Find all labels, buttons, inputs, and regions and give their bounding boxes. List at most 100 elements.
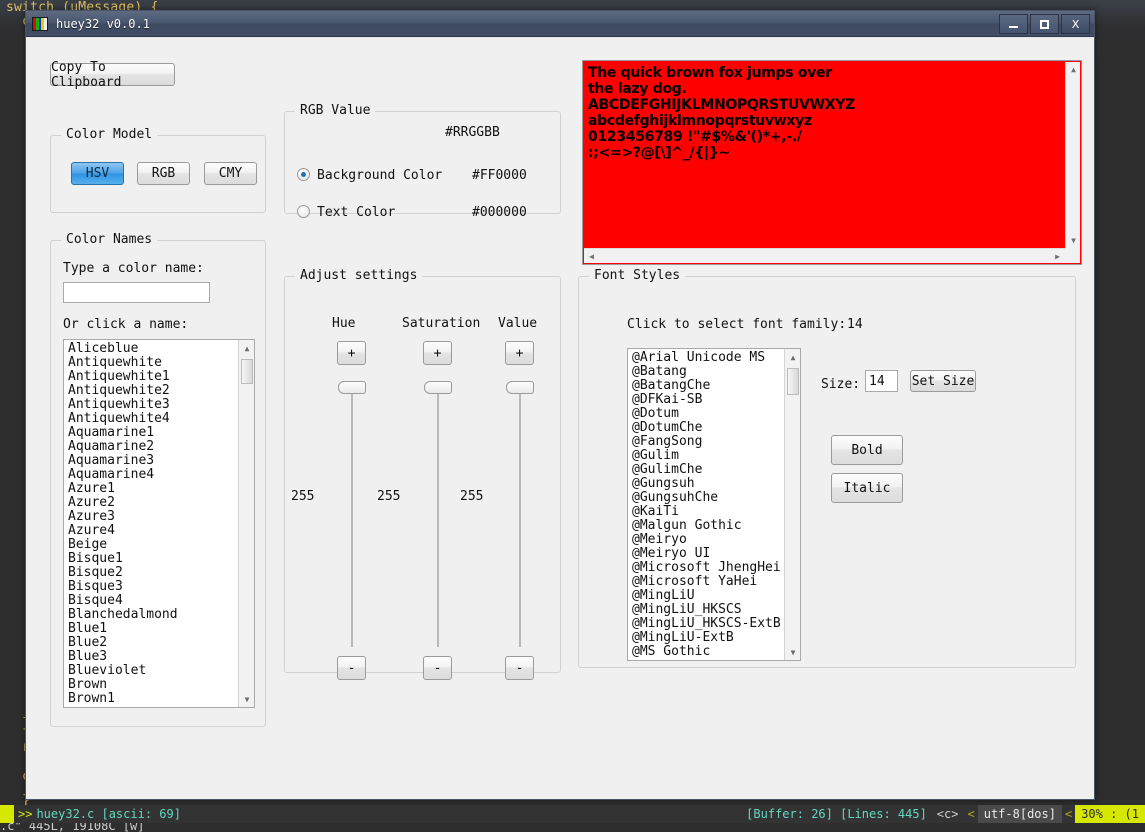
copy-to-clipboard-button[interactable]: Copy To Clipboard xyxy=(50,60,175,90)
text-color-radio[interactable] xyxy=(297,205,310,218)
scroll-down-icon[interactable]: ▼ xyxy=(785,644,800,660)
font-family-scrollbar[interactable]: ▲ ▼ xyxy=(784,349,800,660)
font-family-item[interactable]: @Arial Unicode MS xyxy=(632,351,782,365)
color-name-item[interactable]: Blue3 xyxy=(68,650,236,664)
font-family-item[interactable]: @Meiryo UI xyxy=(632,547,782,561)
bold-label: Bold xyxy=(851,442,883,458)
color-name-item[interactable]: Azure4 xyxy=(68,524,236,538)
font-family-item[interactable]: @DotumChe xyxy=(632,421,782,435)
color-name-item[interactable]: Brown1 xyxy=(68,692,236,706)
font-family-size-display: 14 xyxy=(847,317,863,332)
scroll-up-icon[interactable]: ▲ xyxy=(239,340,254,356)
scroll-down-icon[interactable]: ▼ xyxy=(239,691,254,707)
color-name-item[interactable]: Azure3 xyxy=(68,510,236,524)
color-model-hsv-button[interactable]: HSV xyxy=(71,162,124,185)
font-family-item[interactable]: @Malgun Gothic xyxy=(632,519,782,533)
color-name-input[interactable] xyxy=(63,282,210,303)
minimize-button[interactable] xyxy=(999,14,1028,34)
color-name-item[interactable]: Bisque4 xyxy=(68,594,236,608)
preview-vertical-scrollbar[interactable]: ▲ ▼ xyxy=(1065,62,1080,248)
font-family-item[interactable]: @Gulim xyxy=(632,449,782,463)
font-family-item[interactable]: @Microsoft YaHei xyxy=(632,575,782,589)
rgb-value-group: RGB Value #RRGGBB Background Color #FF00… xyxy=(284,103,561,220)
hue-decrement-button[interactable]: - xyxy=(337,656,366,680)
font-family-item[interactable]: @MingLiU_HKSCS xyxy=(632,603,782,617)
color-names-listbox[interactable]: Aliceblue Antiquewhite Antiquewhite1 Antiqu… xyxy=(63,339,255,708)
maximize-button[interactable] xyxy=(1030,14,1059,34)
hue-label: Hue xyxy=(332,316,356,331)
color-name-item[interactable]: Aliceblue xyxy=(68,342,236,356)
value-decrement-button[interactable]: - xyxy=(505,656,534,680)
scrollbar-thumb[interactable] xyxy=(787,368,799,395)
hue-increment-button[interactable]: + xyxy=(337,341,366,365)
scroll-left-icon[interactable]: ◀ xyxy=(584,249,599,264)
hue-slider-thumb[interactable] xyxy=(338,381,366,394)
hue-slider-track[interactable] xyxy=(351,384,353,647)
background-color-label: Background Color xyxy=(317,168,443,183)
saturation-increment-button[interactable]: + xyxy=(423,341,452,365)
value-increment-button[interactable]: + xyxy=(505,341,534,365)
value-minus-label: - xyxy=(515,660,524,676)
scroll-up-icon[interactable]: ▲ xyxy=(785,349,800,365)
font-family-item[interactable]: @Dotum xyxy=(632,407,782,421)
font-family-item[interactable]: @Batang xyxy=(632,365,782,379)
font-family-item[interactable]: @MingLiU_HKSCS-ExtB xyxy=(632,617,782,631)
font-family-item[interactable]: @DFKai-SB xyxy=(632,393,782,407)
color-name-item[interactable]: Antiquewhite1 xyxy=(68,370,236,384)
color-name-item[interactable]: Azure2 xyxy=(68,496,236,510)
color-name-item[interactable]: Brown xyxy=(68,678,236,692)
scroll-up-icon[interactable]: ▲ xyxy=(1066,62,1081,77)
value-slider-track[interactable] xyxy=(519,384,521,647)
color-name-item[interactable]: Antiquewhite3 xyxy=(68,398,236,412)
color-name-item[interactable]: Antiquewhite xyxy=(68,356,236,370)
scroll-right-icon[interactable]: ▶ xyxy=(1050,249,1065,264)
font-family-item[interactable]: @KaiTi xyxy=(632,505,782,519)
color-name-item[interactable]: Aquamarine1 xyxy=(68,426,236,440)
saturation-decrement-button[interactable]: - xyxy=(423,656,452,680)
color-model-cmy-button[interactable]: CMY xyxy=(204,162,257,185)
preview-horizontal-scrollbar[interactable]: ◀ ▶ xyxy=(584,248,1065,263)
value-slider-thumb[interactable] xyxy=(506,381,534,394)
color-name-item[interactable]: Blanchedalmond xyxy=(68,608,236,622)
font-family-item[interactable]: @Meiryo xyxy=(632,533,782,547)
bold-button[interactable]: Bold xyxy=(831,435,903,465)
color-name-item[interactable]: Aquamarine3 xyxy=(68,454,236,468)
font-size-input[interactable] xyxy=(865,370,898,392)
statusline-filetype: <c> xyxy=(936,807,959,821)
color-name-item[interactable]: Antiquewhite2 xyxy=(68,384,236,398)
italic-button[interactable]: Italic xyxy=(831,473,903,503)
background-color-radio[interactable] xyxy=(297,168,310,181)
color-name-item[interactable]: Blue2 xyxy=(68,636,236,650)
color-name-item[interactable]: Beige xyxy=(68,538,236,552)
color-name-item[interactable]: Azure1 xyxy=(68,482,236,496)
color-name-item[interactable]: Aquamarine4 xyxy=(68,468,236,482)
window-titlebar[interactable]: huey32 v0.0.1 X xyxy=(26,11,1094,37)
saturation-slider-track[interactable] xyxy=(437,384,439,647)
color-name-item[interactable]: Bisque1 xyxy=(68,552,236,566)
color-name-item[interactable]: Blueviolet xyxy=(68,664,236,678)
font-family-item[interactable]: @GungsuhChe xyxy=(632,491,782,505)
font-family-item[interactable]: @FangSong xyxy=(632,435,782,449)
preview-sample-text: The quick brown fox jumps over the lazy … xyxy=(585,63,1064,247)
font-family-item[interactable]: @MingLiU-ExtB xyxy=(632,631,782,645)
saturation-slider-thumb[interactable] xyxy=(424,381,452,394)
color-model-hsv-label: HSV xyxy=(85,166,110,181)
set-size-button[interactable]: Set Size xyxy=(910,370,976,392)
scrollbar-thumb[interactable] xyxy=(241,359,253,384)
font-family-item[interactable]: @Microsoft JhengHei xyxy=(632,561,782,575)
color-name-item[interactable]: Bisque2 xyxy=(68,566,236,580)
close-button[interactable]: X xyxy=(1061,14,1090,34)
font-family-item[interactable]: @MingLiU xyxy=(632,589,782,603)
font-family-listbox[interactable]: @Arial Unicode MS @Batang @BatangChe @DFKai… xyxy=(627,348,801,661)
color-name-item[interactable]: Bisque3 xyxy=(68,580,236,594)
font-family-item[interactable]: @MS Gothic xyxy=(632,645,782,659)
color-name-item[interactable]: Antiquewhite4 xyxy=(68,412,236,426)
color-names-scrollbar[interactable]: ▲ ▼ xyxy=(238,340,254,707)
color-name-item[interactable]: Aquamarine2 xyxy=(68,440,236,454)
font-family-item[interactable]: @GulimChe xyxy=(632,463,782,477)
color-model-rgb-button[interactable]: RGB xyxy=(137,162,190,185)
font-family-item[interactable]: @Gungsuh xyxy=(632,477,782,491)
color-name-item[interactable]: Blue1 xyxy=(68,622,236,636)
font-family-item[interactable]: @BatangChe xyxy=(632,379,782,393)
scroll-down-icon[interactable]: ▼ xyxy=(1066,233,1081,248)
